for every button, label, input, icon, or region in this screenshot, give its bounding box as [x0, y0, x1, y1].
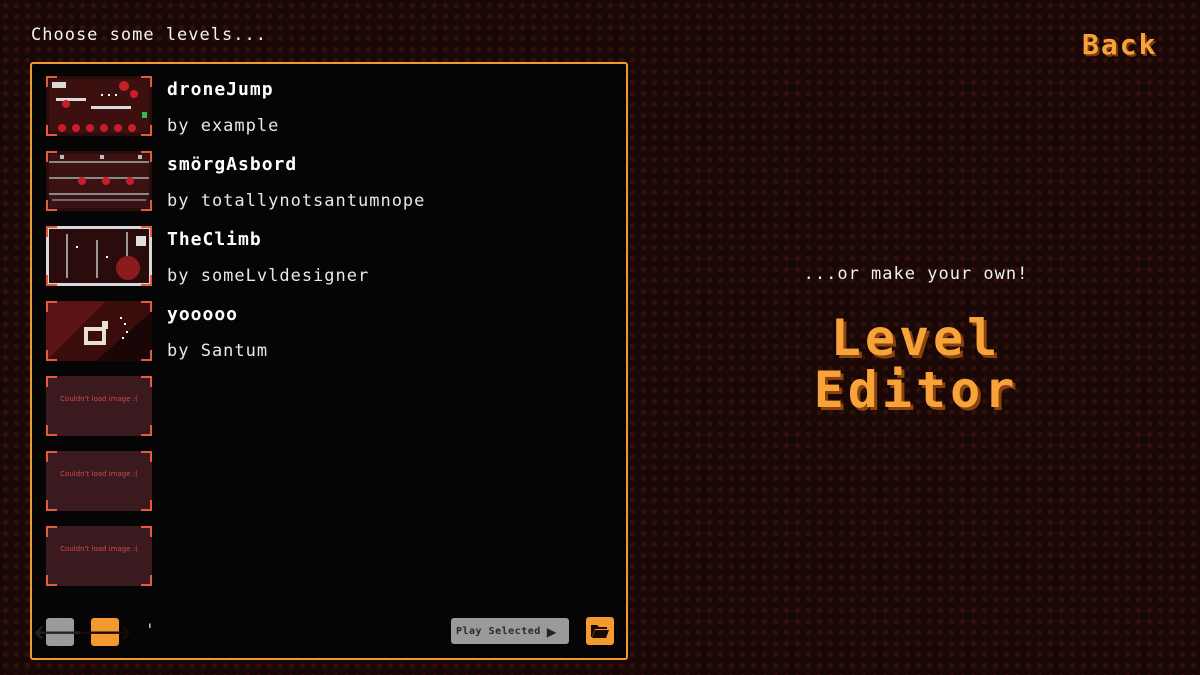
level-item-empty[interactable]: Couldn't load image :( — [46, 526, 606, 588]
corner-marker — [141, 575, 152, 586]
level-preview-image — [46, 226, 152, 286]
arrow-right-icon: 🡒 — [78, 620, 132, 644]
play-selected-button[interactable]: Play Selected ▶ — [451, 618, 569, 644]
page-indicator: ' — [145, 620, 155, 639]
level-thumbnail-failed: Couldn't load image :( — [46, 451, 152, 511]
make-your-own-text: ...or make your own! — [803, 264, 1029, 284]
corner-marker — [141, 275, 152, 286]
thumbnail-error-text: Couldn't load image :( — [60, 470, 138, 478]
corner-marker — [141, 451, 152, 462]
back-button[interactable]: Back — [1082, 28, 1157, 61]
corner-marker — [46, 526, 57, 537]
level-thumbnail — [46, 76, 152, 136]
previous-page-button[interactable]: 🡐 — [33, 618, 87, 646]
corner-marker — [141, 151, 152, 162]
level-item-yooooo[interactable]: yooooo by Santum — [46, 301, 606, 363]
corner-marker — [141, 226, 152, 237]
corner-marker — [46, 125, 57, 136]
corner-marker — [46, 376, 57, 387]
corner-marker — [46, 301, 57, 312]
corner-marker — [46, 226, 57, 237]
level-item-dronejump[interactable]: droneJump by example — [46, 76, 606, 138]
play-icon: ▶ — [546, 621, 557, 641]
folder-open-icon — [591, 625, 609, 638]
corner-marker — [141, 350, 152, 361]
level-author: by Santum — [167, 341, 269, 361]
level-preview-image — [46, 76, 152, 136]
level-thumbnail-failed: Couldn't load image :( — [46, 376, 152, 436]
corner-marker — [46, 76, 57, 87]
level-editor-label-line2: Editor — [813, 361, 1019, 419]
corner-marker — [46, 451, 57, 462]
level-name: yooooo — [167, 304, 239, 325]
level-thumbnail — [46, 226, 152, 286]
level-name: smörgAsbord — [167, 154, 298, 175]
level-editor-button[interactable]: Level Editor — [766, 312, 1066, 416]
corner-marker — [141, 425, 152, 436]
level-editor-label-line1: Level — [830, 309, 1002, 367]
level-item-theclimb[interactable]: TheClimb by someLvldesigner — [46, 226, 606, 288]
level-author: by example — [167, 116, 280, 136]
play-selected-label: Play Selected — [456, 625, 541, 637]
corner-marker — [46, 425, 57, 436]
thumbnail-error-text: Couldn't load image :( — [60, 545, 138, 553]
corner-marker — [46, 200, 57, 211]
level-thumbnail — [46, 151, 152, 211]
level-preview-image — [46, 301, 152, 361]
level-author: by totallynotsantumnope — [167, 191, 426, 211]
level-preview-image — [46, 151, 152, 211]
corner-marker — [46, 275, 57, 286]
corner-marker — [141, 376, 152, 387]
corner-marker — [46, 500, 57, 511]
level-author: by someLvldesigner — [167, 266, 370, 286]
level-thumbnail-failed: Couldn't load image :( — [46, 526, 152, 586]
level-item-smorgasbord[interactable]: smörgAsbord by totallynotsantumnope — [46, 151, 606, 213]
choose-levels-prompt: Choose some levels... — [31, 25, 267, 45]
level-item-empty[interactable]: Couldn't load image :( — [46, 376, 606, 438]
corner-marker — [46, 575, 57, 586]
level-list-panel: droneJump by example smörgAsbord by tota… — [30, 62, 628, 660]
corner-marker — [141, 301, 152, 312]
level-name: droneJump — [167, 79, 274, 100]
corner-marker — [46, 350, 57, 361]
corner-marker — [141, 500, 152, 511]
corner-marker — [141, 200, 152, 211]
next-page-button[interactable]: 🡒 — [78, 618, 132, 646]
level-item-empty[interactable]: Couldn't load image :( — [46, 451, 606, 513]
thumbnail-error-text: Couldn't load image :( — [60, 395, 138, 403]
corner-marker — [141, 76, 152, 87]
level-name: TheClimb — [167, 229, 262, 250]
corner-marker — [141, 526, 152, 537]
open-folder-button[interactable] — [586, 617, 614, 645]
corner-marker — [141, 125, 152, 136]
level-thumbnail — [46, 301, 152, 361]
corner-marker — [46, 151, 57, 162]
